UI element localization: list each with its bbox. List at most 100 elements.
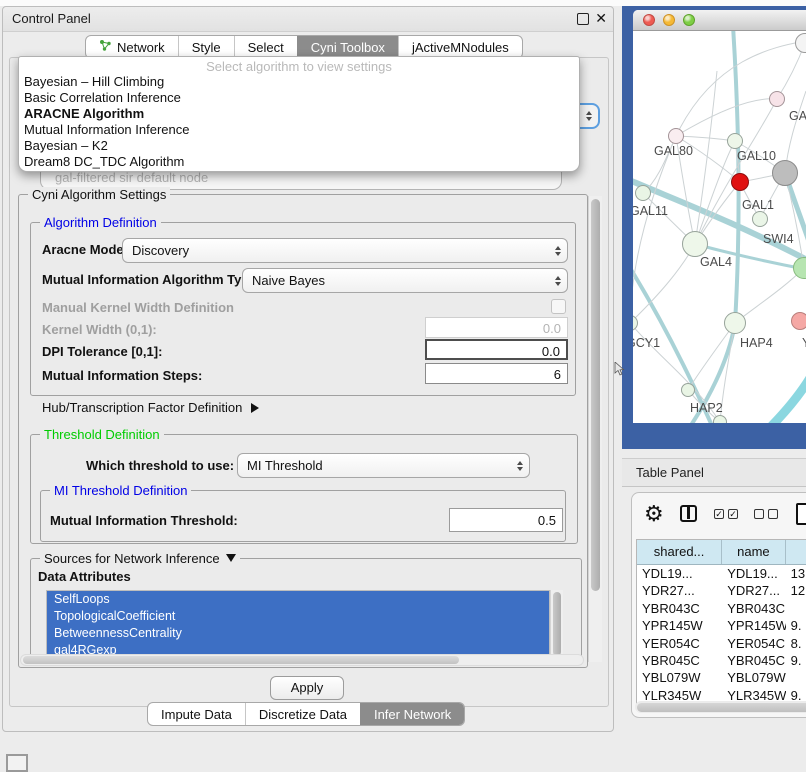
manual-kernel-width-label: Manual Kernel Width Definition: [42, 300, 234, 315]
attribute-item[interactable]: SelfLoops: [47, 591, 549, 608]
algorithm-option[interactable]: Bayesian – K2: [19, 138, 579, 154]
node-label: Y: [802, 336, 806, 350]
network-window[interactable]: GALGAL80GAL10GAL11GAL1SWI4GAL4GCY1HAP4YH…: [622, 6, 806, 449]
kernel-width-label: Kernel Width (0,1):: [42, 322, 157, 337]
tab-network[interactable]: Network: [86, 36, 178, 58]
node-table: shared...name YDL19...YDL19...13...YDR27…: [636, 539, 806, 704]
aracne-mode-combo[interactable]: Discovery: [122, 238, 568, 263]
collapsed-arrow-icon: [251, 403, 259, 413]
column-header[interactable]: [786, 540, 806, 564]
sources-title[interactable]: Sources for Network Inference: [40, 551, 240, 566]
column-header[interactable]: shared...: [637, 540, 722, 564]
combo-arrows-icon: [586, 111, 592, 121]
table-cell: YBR045C: [637, 652, 722, 669]
network-node[interactable]: [682, 231, 708, 257]
network-node[interactable]: [731, 173, 749, 191]
algorithm-option[interactable]: Mutual Information Inference: [19, 122, 579, 138]
hub-section-toggle[interactable]: Hub/Transcription Factor Definition: [42, 400, 259, 415]
mi-steps-input[interactable]: 6: [425, 363, 568, 384]
close-icon[interactable]: ✕: [595, 10, 607, 27]
control-panel-titlebar: Control Panel ✕: [3, 7, 613, 32]
table-cell: 9.: [786, 652, 806, 669]
table-horizontal-scrollbar[interactable]: [635, 701, 806, 713]
hub-section-label: Hub/Transcription Factor Definition: [42, 400, 242, 415]
network-node[interactable]: [769, 91, 785, 107]
network-node[interactable]: [681, 383, 695, 397]
table-row[interactable]: YBR043CYBR043C: [637, 600, 806, 617]
tab-label: jActiveMNodules: [412, 40, 509, 55]
data-attributes-list[interactable]: SelfLoopsTopologicalCoefficientBetweenne…: [46, 590, 550, 662]
table-cell: YPR145W: [637, 617, 722, 634]
tab-jactivemnodules[interactable]: jActiveMNodules: [398, 36, 522, 58]
mi-algorithm-type-combo[interactable]: Naive Bayes: [242, 268, 568, 293]
tab-cyni-toolbox[interactable]: Cyni Toolbox: [297, 36, 398, 58]
network-node[interactable]: [635, 185, 651, 201]
network-node[interactable]: [668, 128, 684, 144]
network-node[interactable]: [713, 415, 727, 423]
table-panel-header: Table Panel: [622, 458, 806, 487]
dropdown-placeholder[interactable]: Select algorithm to view settings: [19, 59, 579, 74]
manual-kernel-width-checkbox[interactable]: [551, 299, 566, 314]
scrollbar-thumb[interactable]: [637, 703, 806, 712]
dpi-tolerance-input[interactable]: 0.0: [425, 339, 568, 360]
checked-checkbox-icon[interactable]: ✓: [714, 509, 724, 519]
sources-title-text: Sources for Network Inference: [44, 551, 220, 566]
mi-steps-label: Mutual Information Steps:: [42, 368, 202, 383]
gear-icon[interactable]: ⚙: [644, 501, 664, 527]
algorithm-combo-button[interactable]: [578, 103, 600, 129]
network-node[interactable]: [727, 133, 743, 149]
network-canvas[interactable]: GALGAL80GAL10GAL11GAL1SWI4GAL4GCY1HAP4YH…: [633, 31, 806, 423]
float-window-icon[interactable]: [577, 13, 589, 25]
table-cell: 13...: [786, 565, 806, 582]
mi-threshold-label: Mutual Information Threshold:: [50, 513, 238, 528]
unchecked-checkbox-icon[interactable]: [754, 509, 764, 519]
split-columns-icon[interactable]: [680, 505, 697, 522]
checked-checkbox-icon[interactable]: ✓: [728, 509, 738, 519]
tab-impute-data[interactable]: Impute Data: [148, 703, 245, 725]
scrollbar-thumb[interactable]: [23, 656, 459, 664]
table-panel-title: Table Panel: [636, 465, 704, 480]
resize-grip[interactable]: [6, 754, 28, 772]
algorithm-option[interactable]: Dream8 DC_TDC Algorithm: [19, 154, 579, 170]
close-traffic-light-icon[interactable]: [643, 14, 655, 26]
mi-threshold-input[interactable]: 0.5: [449, 508, 563, 532]
zoom-traffic-light-icon[interactable]: [683, 14, 695, 26]
tab-infer-network[interactable]: Infer Network: [360, 703, 464, 725]
attributes-scrollbar[interactable]: [550, 590, 563, 660]
node-label: GAL11: [633, 204, 668, 218]
attribute-item[interactable]: TopologicalCoefficient: [47, 608, 549, 625]
table-row[interactable]: YBL079WYBL079W: [637, 669, 806, 686]
network-node[interactable]: [791, 312, 806, 330]
node-label: HAP4: [740, 336, 773, 350]
algorithm-option[interactable]: Bayesian – Hill Climbing: [19, 74, 579, 90]
table-row[interactable]: YDL19...YDL19...13...: [637, 565, 806, 582]
scrollbar-thumb[interactable]: [591, 199, 600, 591]
page-icon[interactable]: [796, 503, 806, 525]
network-node[interactable]: [752, 211, 768, 227]
table-row[interactable]: YPR145WYPR145W9.: [637, 617, 806, 634]
kernel-width-input[interactable]: 0.0: [425, 317, 568, 338]
table-row[interactable]: YDR27...YDR27...12...: [637, 582, 806, 599]
aracne-mode-value: Discovery: [132, 243, 189, 258]
unchecked-checkbox-icon[interactable]: [768, 509, 778, 519]
algorithm-option[interactable]: ARACNE Algorithm: [19, 106, 579, 122]
which-threshold-combo[interactable]: MI Threshold: [237, 453, 530, 478]
tab-select[interactable]: Select: [234, 36, 297, 58]
table-cell: YBL079W: [722, 669, 785, 686]
table-row[interactable]: YBR045CYBR045C9.: [637, 652, 806, 669]
algorithm-option[interactable]: Basic Correlation Inference: [19, 90, 579, 106]
scrollbar-thumb[interactable]: [553, 592, 561, 656]
settings-horizontal-scrollbar[interactable]: [20, 654, 584, 666]
column-header[interactable]: name: [722, 540, 785, 564]
apply-button[interactable]: Apply: [270, 676, 344, 700]
table-row[interactable]: YER054CYER054C8.: [637, 635, 806, 652]
attribute-item[interactable]: BetweennessCentrality: [47, 625, 549, 642]
minimize-traffic-light-icon[interactable]: [663, 14, 675, 26]
cyni-algorithm-settings-title: Cyni Algorithm Settings: [28, 187, 170, 202]
table-cell: YBL079W: [637, 669, 722, 686]
settings-vertical-scrollbar[interactable]: [588, 196, 602, 662]
tab-discretize-data[interactable]: Discretize Data: [245, 703, 360, 725]
tab-style[interactable]: Style: [178, 36, 234, 58]
network-node[interactable]: [772, 160, 798, 186]
network-node[interactable]: [724, 312, 746, 334]
